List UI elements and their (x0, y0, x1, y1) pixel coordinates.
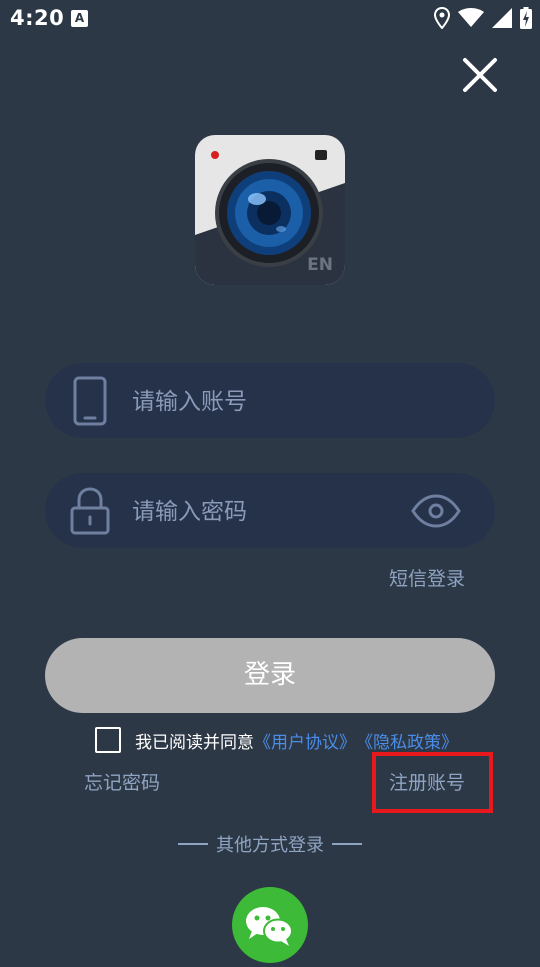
lock-icon (70, 487, 110, 535)
user-agreement-link[interactable]: 《用户协议》 (254, 728, 356, 753)
status-time: 4:20 (10, 6, 65, 30)
status-icons (434, 6, 532, 30)
wechat-login-button[interactable] (232, 887, 308, 963)
battery-icon (520, 7, 532, 29)
account-field[interactable] (45, 363, 495, 440)
signal-icon (492, 8, 512, 28)
notification-badge: A (71, 10, 88, 27)
location-icon (434, 7, 450, 29)
register-highlight-box (372, 752, 493, 813)
app-logo: EN (195, 135, 345, 285)
account-input[interactable] (130, 363, 404, 440)
agreement-checkbox[interactable] (95, 727, 121, 753)
eye-icon[interactable] (410, 491, 462, 531)
other-login-label: 其他方式登录 (216, 835, 324, 856)
logo-badge: EN (307, 255, 333, 275)
close-icon (463, 58, 497, 92)
wechat-icon (246, 907, 293, 946)
agreement-text: 我已阅读并同意 (135, 732, 254, 753)
privacy-policy-link[interactable]: 《隐私政策》 (356, 728, 458, 753)
divider-line-left (178, 843, 208, 845)
wifi-icon (458, 8, 484, 27)
divider-line-right (332, 843, 362, 845)
agreement-row: 我已阅读并同意 《用户协议》 《隐私政策》 (95, 726, 458, 754)
password-input[interactable] (130, 473, 404, 550)
other-login-divider: 其他方式登录 (170, 830, 370, 858)
forgot-password-link[interactable]: 忘记密码 (84, 768, 160, 795)
login-button[interactable]: 登录 (45, 638, 495, 713)
password-field[interactable] (45, 473, 495, 550)
status-bar: 4:20 A (0, 0, 540, 40)
close-button[interactable] (460, 55, 500, 95)
phone-icon (73, 376, 107, 426)
sms-login-link[interactable]: 短信登录 (389, 564, 465, 591)
